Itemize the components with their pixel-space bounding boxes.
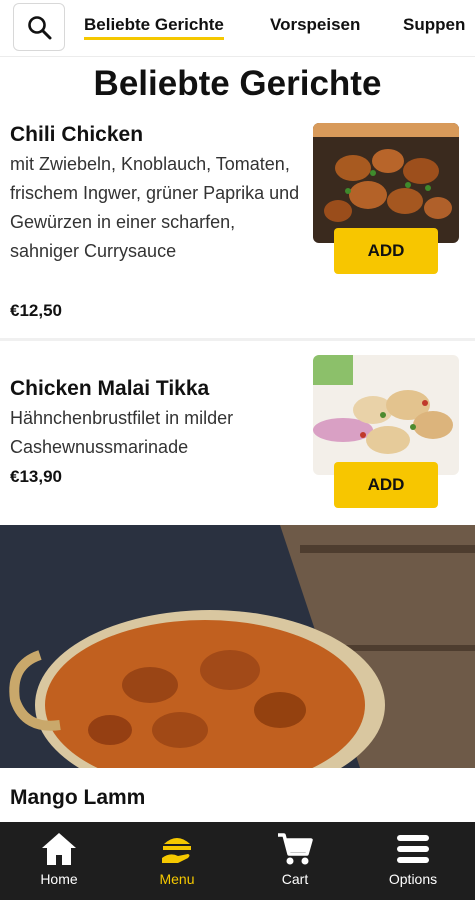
- nav-label: Options: [388, 871, 438, 887]
- item-name: Mango Lamm: [10, 786, 146, 809]
- tab-suppen[interactable]: Suppen: [403, 15, 465, 35]
- page-title: Beliebte Gerichte: [93, 64, 382, 103]
- home-icon: [42, 833, 76, 865]
- menu-item: Chili Chicken mit Zwiebeln, Knoblauch, T…: [0, 110, 475, 338]
- search-button[interactable]: [13, 3, 65, 51]
- tab-beliebte-gerichte[interactable]: Beliebte Gerichte: [84, 15, 224, 40]
- cart-icon: [278, 833, 313, 865]
- bottom-nav: Home Menu Cart Options: [0, 822, 475, 900]
- add-button[interactable]: ADD: [334, 228, 438, 274]
- nav-options[interactable]: Options: [354, 822, 472, 900]
- item-price: €13,90: [10, 467, 62, 486]
- item-description: mit Zwiebeln, Knoblauch, Tomaten, frisch…: [10, 154, 300, 261]
- tab-vorspeisen[interactable]: Vorspeisen: [270, 15, 360, 35]
- nav-label: Cart: [281, 871, 309, 887]
- dish-image: [0, 525, 475, 768]
- menu-item: Chicken Malai Tikka Hähnchenbrustfilet i…: [0, 341, 475, 523]
- search-icon: [28, 16, 52, 40]
- nav-label: Home: [40, 871, 78, 887]
- nav-cart[interactable]: Cart: [236, 822, 354, 900]
- add-button[interactable]: ADD: [334, 462, 438, 508]
- item-price: €12,50: [10, 301, 62, 320]
- menu-icon: [162, 838, 191, 863]
- nav-menu[interactable]: Menu: [118, 822, 236, 900]
- item-description: Hähnchenbrustfilet in milder Cashewnussm…: [10, 408, 234, 457]
- item-name: Chicken Malai Tikka: [10, 377, 210, 400]
- category-bar: Beliebte Gerichte Vorspeisen Suppen: [0, 0, 475, 57]
- nav-label: Menu: [159, 871, 195, 887]
- item-name: Chili Chicken: [10, 123, 144, 146]
- dish-image: [313, 355, 459, 475]
- dish-image: [313, 123, 459, 243]
- nav-home[interactable]: Home: [0, 822, 118, 900]
- options-icon: [397, 835, 429, 863]
